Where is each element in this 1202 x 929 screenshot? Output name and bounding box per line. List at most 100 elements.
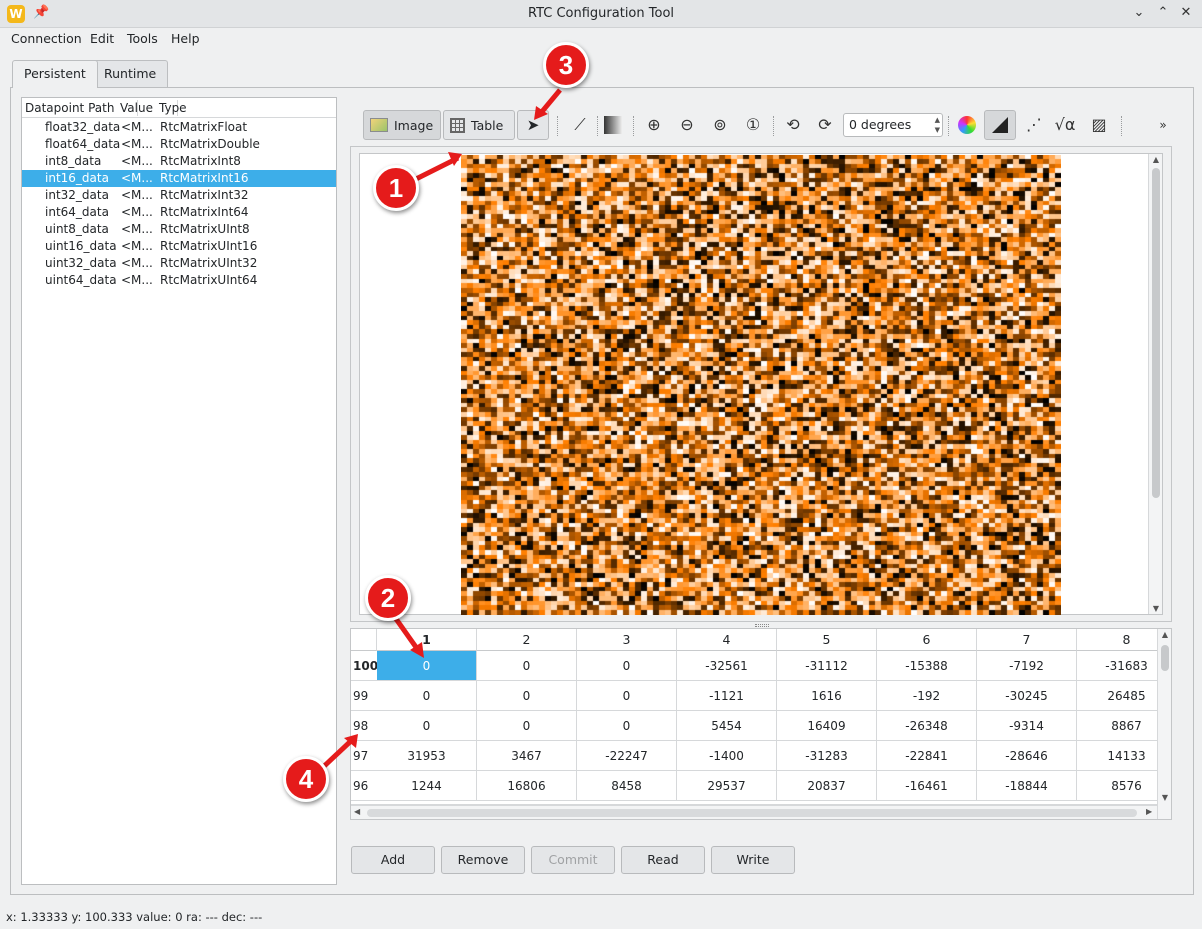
scroll-up-icon[interactable]: ▲ [1158, 630, 1171, 639]
table-cell[interactable]: -22841 [877, 741, 977, 771]
table-cell[interactable]: 3467 [477, 741, 577, 771]
zoom-fit-icon[interactable]: ⊚ [709, 114, 731, 136]
tree-row[interactable]: float32_data <M... RtcMatrixFloat [22, 119, 336, 136]
table-cell[interactable]: 29537 [677, 771, 777, 801]
table-cell[interactable]: 8458 [577, 771, 677, 801]
remove-button[interactable]: Remove [441, 846, 525, 874]
table-cell[interactable]: -1400 [677, 741, 777, 771]
table-cell[interactable]: 16806 [477, 771, 577, 801]
read-button[interactable]: Read [621, 846, 705, 874]
table-cell[interactable]: 0 [577, 651, 677, 681]
rotate-right-icon[interactable]: ⟳ [814, 114, 836, 136]
add-button[interactable]: Add [351, 846, 435, 874]
overflow-menu-icon[interactable]: » [1152, 114, 1174, 136]
scroll-thumb[interactable] [1161, 645, 1169, 671]
close-icon[interactable]: ✕ [1177, 4, 1195, 22]
write-button[interactable]: Write [711, 846, 795, 874]
colormap-icon[interactable] [956, 114, 978, 136]
header-value[interactable]: Value [120, 101, 153, 115]
menu-tools[interactable]: Tools [127, 31, 158, 46]
column-header[interactable]: 7 [977, 629, 1077, 651]
column-header[interactable]: 5 [777, 629, 877, 651]
table-cell[interactable]: 0 [577, 711, 677, 741]
tree-row[interactable]: int8_data <M... RtcMatrixInt8 [22, 153, 336, 170]
table-cell[interactable]: -22247 [577, 741, 677, 771]
table-cell[interactable]: 0 [477, 651, 577, 681]
matrix-heatmap-image[interactable] [461, 155, 1061, 615]
table-view-button[interactable]: Table [443, 110, 515, 140]
table-cell[interactable]: 20837 [777, 771, 877, 801]
table-cell[interactable]: -16461 [877, 771, 977, 801]
table-cell[interactable]: 16409 [777, 711, 877, 741]
tree-row[interactable]: uint64_data <M... RtcMatrixUInt64 [22, 272, 336, 289]
scroll-left-icon[interactable]: ◀ [354, 807, 360, 816]
zoom-original-icon[interactable]: ① [742, 114, 764, 136]
splitter-handle[interactable] [755, 624, 769, 627]
table-cell[interactable]: 1244 [377, 771, 477, 801]
table-cell[interactable]: 0 [477, 711, 577, 741]
image-view-button[interactable]: Image [363, 110, 441, 140]
scroll-up-icon[interactable]: ▲ [1149, 155, 1163, 164]
table-cell[interactable]: -192 [877, 681, 977, 711]
table-cell[interactable]: -31283 [777, 741, 877, 771]
minimize-icon[interactable]: ⌄ [1130, 4, 1148, 22]
menu-help[interactable]: Help [171, 31, 200, 46]
table-cell[interactable]: -9314 [977, 711, 1077, 741]
tree-row[interactable]: float64_data <M... RtcMatrixDouble [22, 136, 336, 153]
gradient-icon[interactable] [602, 114, 624, 136]
row-header[interactable]: 96 [351, 771, 377, 801]
header-datapoint-path[interactable]: Datapoint Path [25, 101, 114, 115]
table-cell[interactable]: 31953 [377, 741, 477, 771]
sqrt-scale-icon[interactable]: √α [1054, 114, 1076, 136]
header-type[interactable]: Type [159, 101, 187, 115]
zoom-in-icon[interactable]: ⊕ [643, 114, 665, 136]
table-horizontal-scrollbar[interactable]: ◀ ▶ [351, 805, 1157, 819]
tab-persistent[interactable]: Persistent [12, 60, 98, 88]
table-cell[interactable]: 0 [577, 681, 677, 711]
line-tool-icon[interactable]: ⟋ [569, 114, 591, 136]
table-cell[interactable]: 5454 [677, 711, 777, 741]
row-header[interactable]: 100 [351, 651, 378, 681]
table-cell[interactable]: 0 [377, 681, 477, 711]
scroll-thumb[interactable] [367, 809, 1137, 817]
table-cell[interactable]: -15388 [877, 651, 977, 681]
table-cell[interactable]: -18844 [977, 771, 1077, 801]
tree-row[interactable]: int64_data <M... RtcMatrixInt64 [22, 204, 336, 221]
column-header[interactable]: 6 [877, 629, 977, 651]
table-cell[interactable]: -7192 [977, 651, 1077, 681]
tree-row[interactable]: int16_data <M... RtcMatrixInt16 [22, 170, 336, 187]
row-header[interactable]: 99 [351, 681, 377, 711]
rotation-spinbox[interactable]: 0 degrees ▲ ▼ [843, 113, 943, 137]
scatter-plot-icon[interactable]: ⋰ [1023, 114, 1045, 136]
zoom-out-icon[interactable]: ⊖ [676, 114, 698, 136]
table-cell[interactable]: -28646 [977, 741, 1077, 771]
table-cell[interactable]: -26348 [877, 711, 977, 741]
maximize-icon[interactable]: ⌃ [1154, 4, 1172, 22]
table-cell[interactable]: -1121 [677, 681, 777, 711]
table-corner[interactable] [351, 629, 377, 651]
table-cell[interactable]: 0 [477, 681, 577, 711]
image-vertical-scrollbar[interactable]: ▲ ▼ [1148, 154, 1162, 614]
menu-connection[interactable]: Connection [11, 31, 82, 46]
table-cell[interactable]: 1616 [777, 681, 877, 711]
table-cell[interactable]: -30245 [977, 681, 1077, 711]
table-cell[interactable]: 0 [377, 651, 477, 681]
pointer-tool-button[interactable]: ➤ [517, 110, 549, 140]
menu-edit[interactable]: Edit [90, 31, 114, 46]
image-settings-icon[interactable]: ▨ [1088, 114, 1110, 136]
tree-row[interactable]: uint32_data <M... RtcMatrixUInt32 [22, 255, 336, 272]
tree-row[interactable]: int32_data <M... RtcMatrixInt32 [22, 187, 336, 204]
table-cell[interactable]: -31112 [777, 651, 877, 681]
table-vertical-scrollbar[interactable]: ▲ ▼ [1157, 629, 1171, 819]
image-viewer[interactable]: ▲ ▼ [359, 153, 1163, 615]
tab-runtime[interactable]: Runtime [92, 60, 169, 87]
scroll-down-icon[interactable]: ▼ [1149, 604, 1163, 613]
rotate-left-icon[interactable]: ⟲ [782, 114, 804, 136]
column-header[interactable]: 3 [577, 629, 677, 651]
tree-row[interactable]: uint16_data <M... RtcMatrixUInt16 [22, 238, 336, 255]
column-header[interactable]: 2 [477, 629, 577, 651]
contrast-button[interactable] [984, 110, 1016, 140]
matrix-table[interactable]: 1 2 3 4 5 6 7 8 100 0 0 0 -32561 -31112 -15388 -7192 -31… [350, 628, 1172, 820]
table-cell[interactable]: -32561 [677, 651, 777, 681]
column-header[interactable]: 4 [677, 629, 777, 651]
